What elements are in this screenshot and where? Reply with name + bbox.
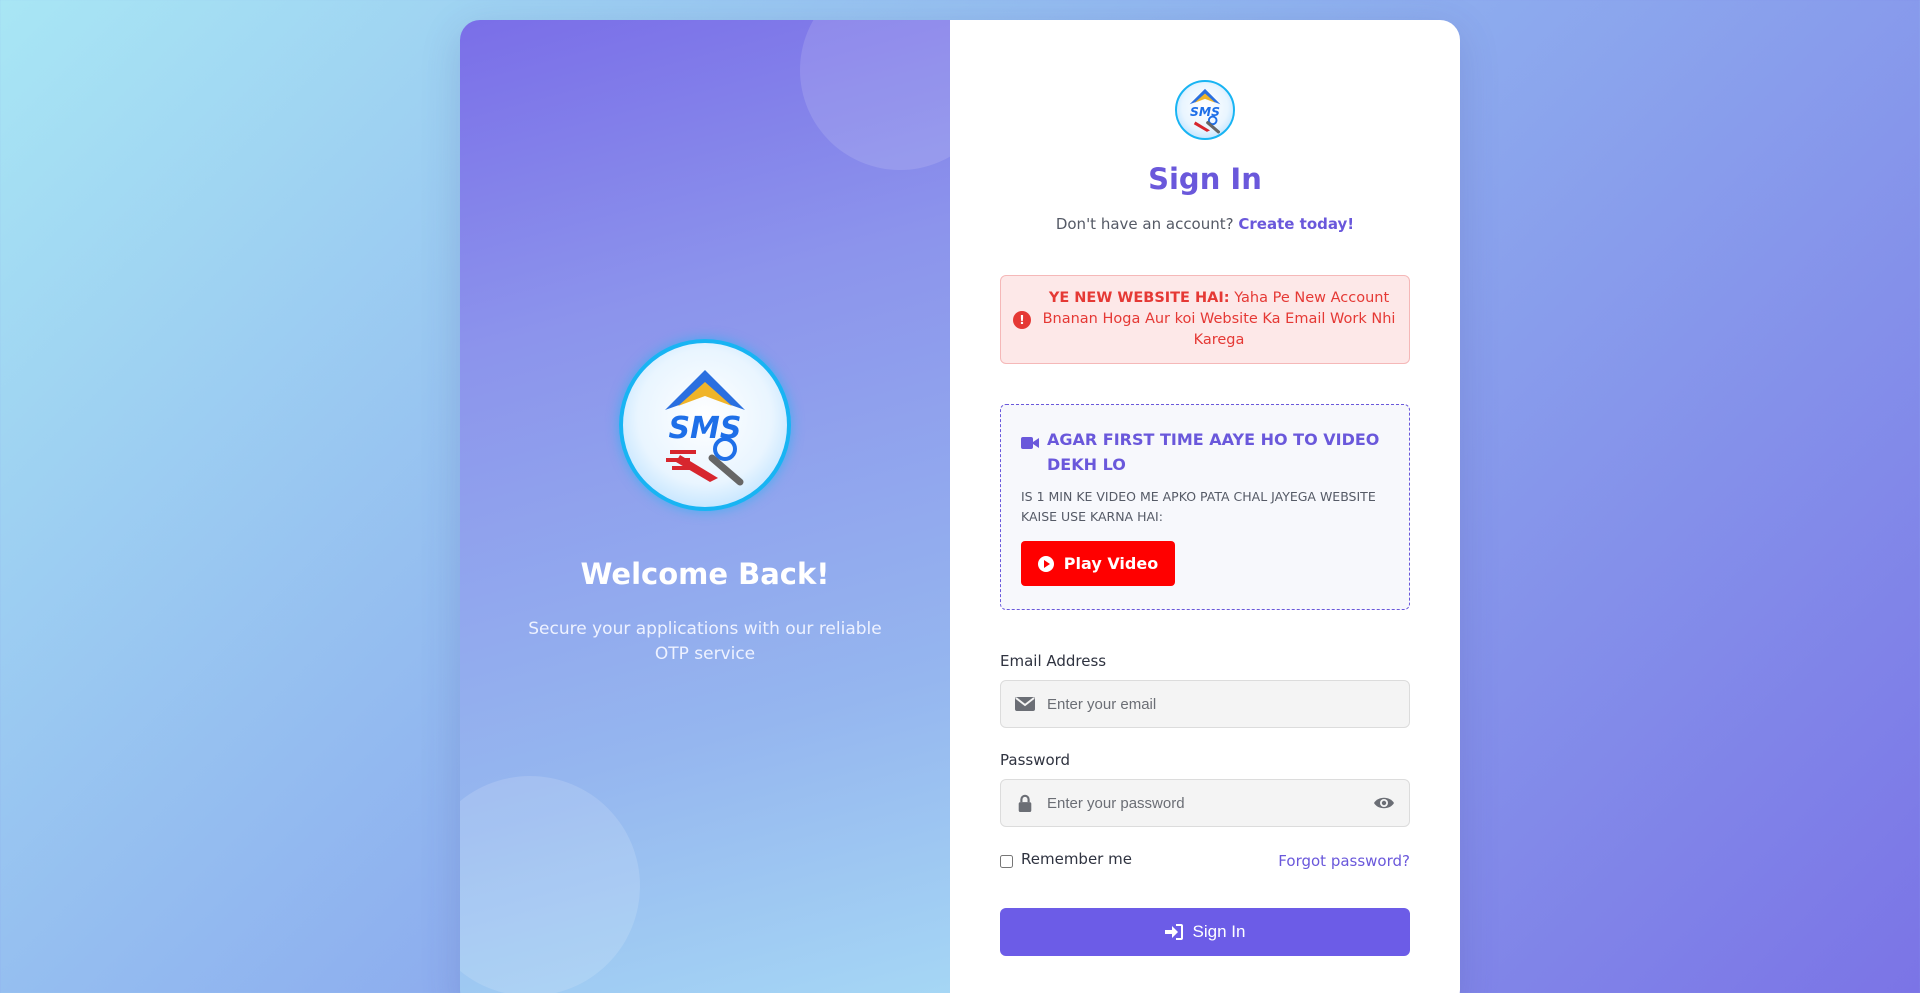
- alert-strong: YE NEW WEBSITE HAI:: [1048, 290, 1230, 306]
- notice-alert: ! YE NEW WEBSITE HAI: Yaha Pe New Accoun…: [1000, 275, 1410, 364]
- play-circle-icon: [1037, 555, 1054, 572]
- sms-logo-icon: SMS: [665, 370, 745, 486]
- welcome-subtitle: Secure your applications with our reliab…: [528, 619, 882, 664]
- auth-card: SMS Welcome Back! Secure your applicatio…: [460, 20, 1460, 993]
- eye-icon[interactable]: [1373, 794, 1395, 812]
- forgot-password-link[interactable]: Forgot password?: [1278, 852, 1410, 870]
- page-title: Sign In: [1148, 162, 1262, 196]
- video-title: AGAR FIRST TIME AAYE HO TO VIDEO DEKH LO: [1047, 430, 1380, 474]
- alert-text: YE NEW WEBSITE HAI: Yaha Pe New Account …: [1031, 288, 1399, 351]
- decorative-circle: [460, 776, 640, 993]
- password-input[interactable]: [1047, 794, 1373, 812]
- brand-logo-small: SMS: [1175, 80, 1235, 140]
- signin-panel: SMS Sign In Don't have an account? Creat…: [950, 20, 1460, 993]
- account-prompt-row: Don't have an account? Create today!: [950, 215, 1460, 233]
- brand-logo: SMS: [619, 339, 791, 511]
- create-account-link[interactable]: Create today!: [1238, 215, 1354, 233]
- sms-logo-icon: SMS: [1189, 88, 1221, 134]
- welcome-panel: SMS Welcome Back! Secure your applicatio…: [460, 20, 950, 993]
- exclamation-circle-icon: !: [1013, 310, 1031, 329]
- video-header: AGAR FIRST TIME AAYE HO TO VIDEO DEKH LO: [1021, 427, 1389, 477]
- email-label: Email Address: [1000, 652, 1107, 670]
- play-video-button[interactable]: Play Video: [1021, 541, 1175, 586]
- password-label: Password: [1000, 751, 1071, 769]
- account-prompt: Don't have an account?: [1055, 215, 1234, 233]
- video-help-box: AGAR FIRST TIME AAYE HO TO VIDEO DEKH LO…: [1000, 404, 1410, 610]
- welcome-title: Welcome Back!: [580, 557, 830, 591]
- play-video-label: Play Video: [1063, 554, 1159, 573]
- signin-button[interactable]: Sign In: [1000, 908, 1410, 956]
- remember-me-label: Remember me: [1021, 850, 1132, 868]
- remember-me-checkbox[interactable]: [1000, 854, 1013, 868]
- signin-button-label: Sign In: [1192, 922, 1246, 941]
- sign-in-icon: [1164, 924, 1183, 940]
- video-description: IS 1 MIN KE VIDEO ME APKO PATA CHAL JAYE…: [1021, 489, 1376, 524]
- video-camera-icon: [1021, 437, 1039, 449]
- email-input[interactable]: [1047, 695, 1409, 713]
- lock-icon: [1018, 794, 1032, 812]
- remember-me[interactable]: Remember me: [1000, 850, 1132, 868]
- email-field-wrapper: [1000, 680, 1410, 728]
- decorative-circle: [800, 20, 950, 170]
- password-field-wrapper: [1000, 779, 1410, 827]
- envelope-icon: [1015, 697, 1035, 711]
